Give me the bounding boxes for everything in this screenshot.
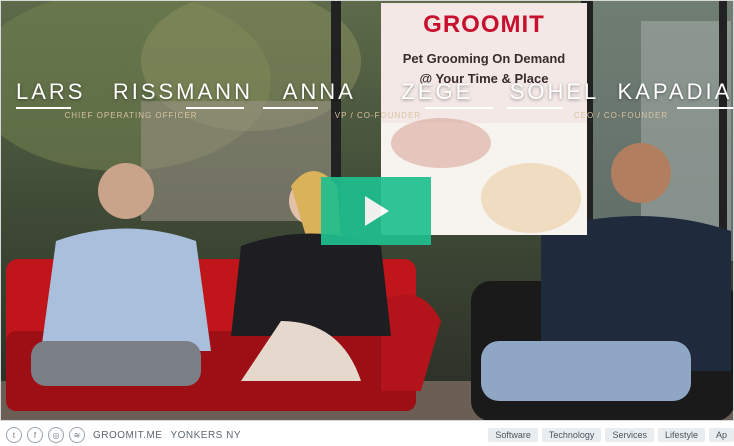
- tag-software[interactable]: Software: [488, 428, 538, 442]
- last-name: KAPADIA: [617, 79, 733, 104]
- person-label-lars: LARS RISSMANN CHIEF OPERATING OFFICER: [16, 79, 250, 120]
- instagram-icon[interactable]: ◎: [48, 427, 64, 443]
- person-label-anna: ANNA ZEGE VP / CO-FOUNDER: [263, 79, 493, 120]
- tag-ap[interactable]: Ap: [708, 428, 734, 442]
- tag-lifestyle[interactable]: Lifestyle: [657, 428, 705, 442]
- name-overlays: LARS RISSMANN CHIEF OPERATING OFFICER AN…: [1, 79, 733, 120]
- last-name: RISSMANN: [112, 79, 253, 104]
- footer-bar: t f ◎ ≋ GROOMIT.ME YONKERS NY Software T…: [0, 424, 734, 446]
- person-title: VP / CO-FOUNDER: [334, 111, 422, 120]
- tag-services[interactable]: Services: [605, 428, 654, 442]
- person-title: CEO / CO-FOUNDER: [573, 111, 669, 120]
- tag-list: Software Technology Services Lifestyle A…: [484, 428, 734, 442]
- person-title: CHIEF OPERATING OFFICER: [64, 111, 198, 120]
- brand-logo: GROOMIT: [423, 11, 545, 38]
- play-button[interactable]: [321, 177, 431, 245]
- divider: [425, 107, 493, 109]
- rss-icon[interactable]: ≋: [69, 427, 85, 443]
- first-name: LARS: [16, 79, 86, 104]
- twitter-icon[interactable]: t: [6, 427, 22, 443]
- facebook-icon[interactable]: f: [27, 427, 43, 443]
- divider: [507, 107, 563, 109]
- first-name: ANNA: [282, 79, 356, 104]
- tag-technology[interactable]: Technology: [541, 428, 602, 442]
- person-label-sohel: SOHEL KAPADIA CEO / CO-FOUNDER: [507, 79, 733, 120]
- divider: [16, 107, 71, 109]
- last-name: ZEGE: [401, 79, 474, 104]
- location-text: YONKERS NY: [170, 429, 242, 441]
- divider: [263, 107, 318, 109]
- video-player[interactable]: GROOMIT Pet Grooming On Demand @ Your Ti…: [0, 0, 734, 421]
- site-link[interactable]: GROOMIT.ME: [93, 430, 162, 441]
- first-name: SOHEL: [509, 79, 600, 104]
- divider: [677, 107, 733, 109]
- play-icon: [365, 196, 389, 226]
- divider: [186, 107, 244, 109]
- tagline-line1: Pet Grooming On Demand: [402, 51, 566, 66]
